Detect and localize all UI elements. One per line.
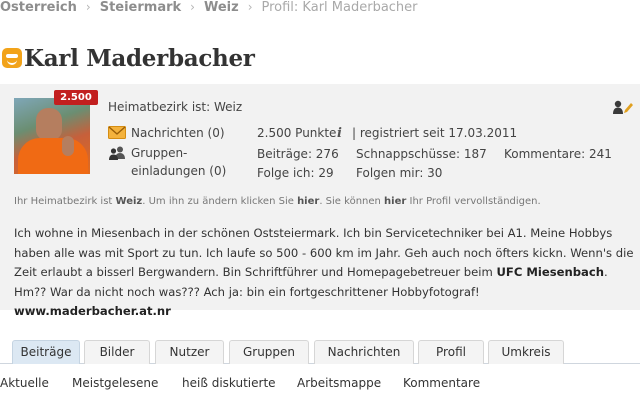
- subnav-aktuelle[interactable]: Aktuelle: [0, 376, 49, 390]
- notice-text: . Sie können: [319, 196, 385, 207]
- breadcrumb-steiermark[interactable]: Steiermark: [100, 0, 181, 15]
- tab-bilder[interactable]: Bilder: [84, 340, 150, 364]
- profile-box: 2.500 Heimatbezirk ist: Weiz Nachrichten…: [0, 84, 640, 318]
- notice-text: Ihr Heimatbezirk ist: [14, 196, 116, 207]
- tab-nachrichten[interactable]: Nachrichten: [314, 340, 414, 364]
- info-icon[interactable]: i: [337, 126, 342, 141]
- page-title: Karl Maderbacher: [24, 44, 255, 72]
- club-link[interactable]: UFC Miesenbach: [496, 265, 604, 279]
- tab-nutzer[interactable]: Nutzer: [155, 340, 224, 364]
- snapshots-stat[interactable]: Schnappschüsse: 187: [356, 147, 487, 161]
- tab-umkreis[interactable]: Umkreis: [488, 340, 564, 364]
- tab-beitraege[interactable]: Beiträge: [12, 340, 80, 364]
- avatar-hand: [62, 136, 74, 156]
- followers-stat[interactable]: Folgen mir: 30: [356, 166, 442, 180]
- meinbezirk-logo-icon: [2, 48, 22, 68]
- profile-bio: Ich wohne in Miesenbach in der schönen O…: [14, 224, 636, 322]
- group-invites-link[interactable]: Gruppen-einladungen (0): [131, 144, 231, 180]
- notice-text: . Um ihn zu ändern klicken Sie: [142, 196, 298, 207]
- comments-stat[interactable]: Kommentare: 241: [504, 147, 612, 161]
- posts-stat[interactable]: Beiträge: 276: [257, 147, 339, 161]
- avatar[interactable]: [14, 98, 90, 174]
- breadcrumb-current: Profil: Karl Maderbacher: [261, 0, 418, 15]
- change-district-link[interactable]: hier: [297, 196, 319, 207]
- subnav-heiss-diskutierte[interactable]: heiß diskutierte: [182, 376, 276, 390]
- tab-profil[interactable]: Profil: [418, 340, 484, 364]
- group-icon: [109, 146, 125, 160]
- following-stat[interactable]: Folge ich: 29: [257, 166, 334, 180]
- title-row: Karl Maderbacher: [2, 42, 255, 74]
- subnav-meistgelesene[interactable]: Meistgelesene: [72, 376, 158, 390]
- breadcrumb-weiz[interactable]: Weiz: [204, 0, 239, 15]
- website-link[interactable]: www.maderbacher.at.nr: [14, 304, 171, 318]
- notice-district: Weiz: [115, 196, 143, 207]
- avatar-shirt: [18, 138, 88, 174]
- user-edit-icon[interactable]: [613, 100, 633, 114]
- breadcrumb-separator: ›: [247, 0, 253, 14]
- subnav-arbeitsmappe[interactable]: Arbeitsmappe: [297, 376, 381, 390]
- points-stat: 2.500 Punkte: [257, 126, 337, 140]
- breadcrumb: Österreich › Steiermark › Weiz › Profil: Karl …: [0, 0, 418, 16]
- points-badge: 2.500: [54, 90, 98, 105]
- avatar-head: [36, 108, 62, 140]
- subnav-kommentare[interactable]: Kommentare: [403, 376, 480, 390]
- district-line: Heimatbezirk ist: Weiz: [108, 100, 243, 114]
- breadcrumb-separator: ›: [85, 0, 91, 14]
- registered-stat: | registriert seit 17.03.2011: [352, 126, 518, 140]
- tab-gruppen[interactable]: Gruppen: [229, 340, 309, 364]
- notice-text: Ihr Profil vervollständigen.: [406, 196, 541, 207]
- breadcrumb-separator: ›: [190, 0, 195, 14]
- profile-tabs: Beiträge Bilder Nutzer Gruppen Nachricht…: [0, 340, 640, 364]
- messages-link[interactable]: Nachrichten (0): [131, 124, 225, 142]
- breadcrumb-oesterreich[interactable]: Österreich: [0, 0, 77, 15]
- envelope-icon: [108, 126, 126, 139]
- profile-notice: Ihr Heimatbezirk ist Weiz. Um ihn zu änd…: [14, 196, 541, 207]
- complete-profile-link[interactable]: hier: [384, 196, 406, 207]
